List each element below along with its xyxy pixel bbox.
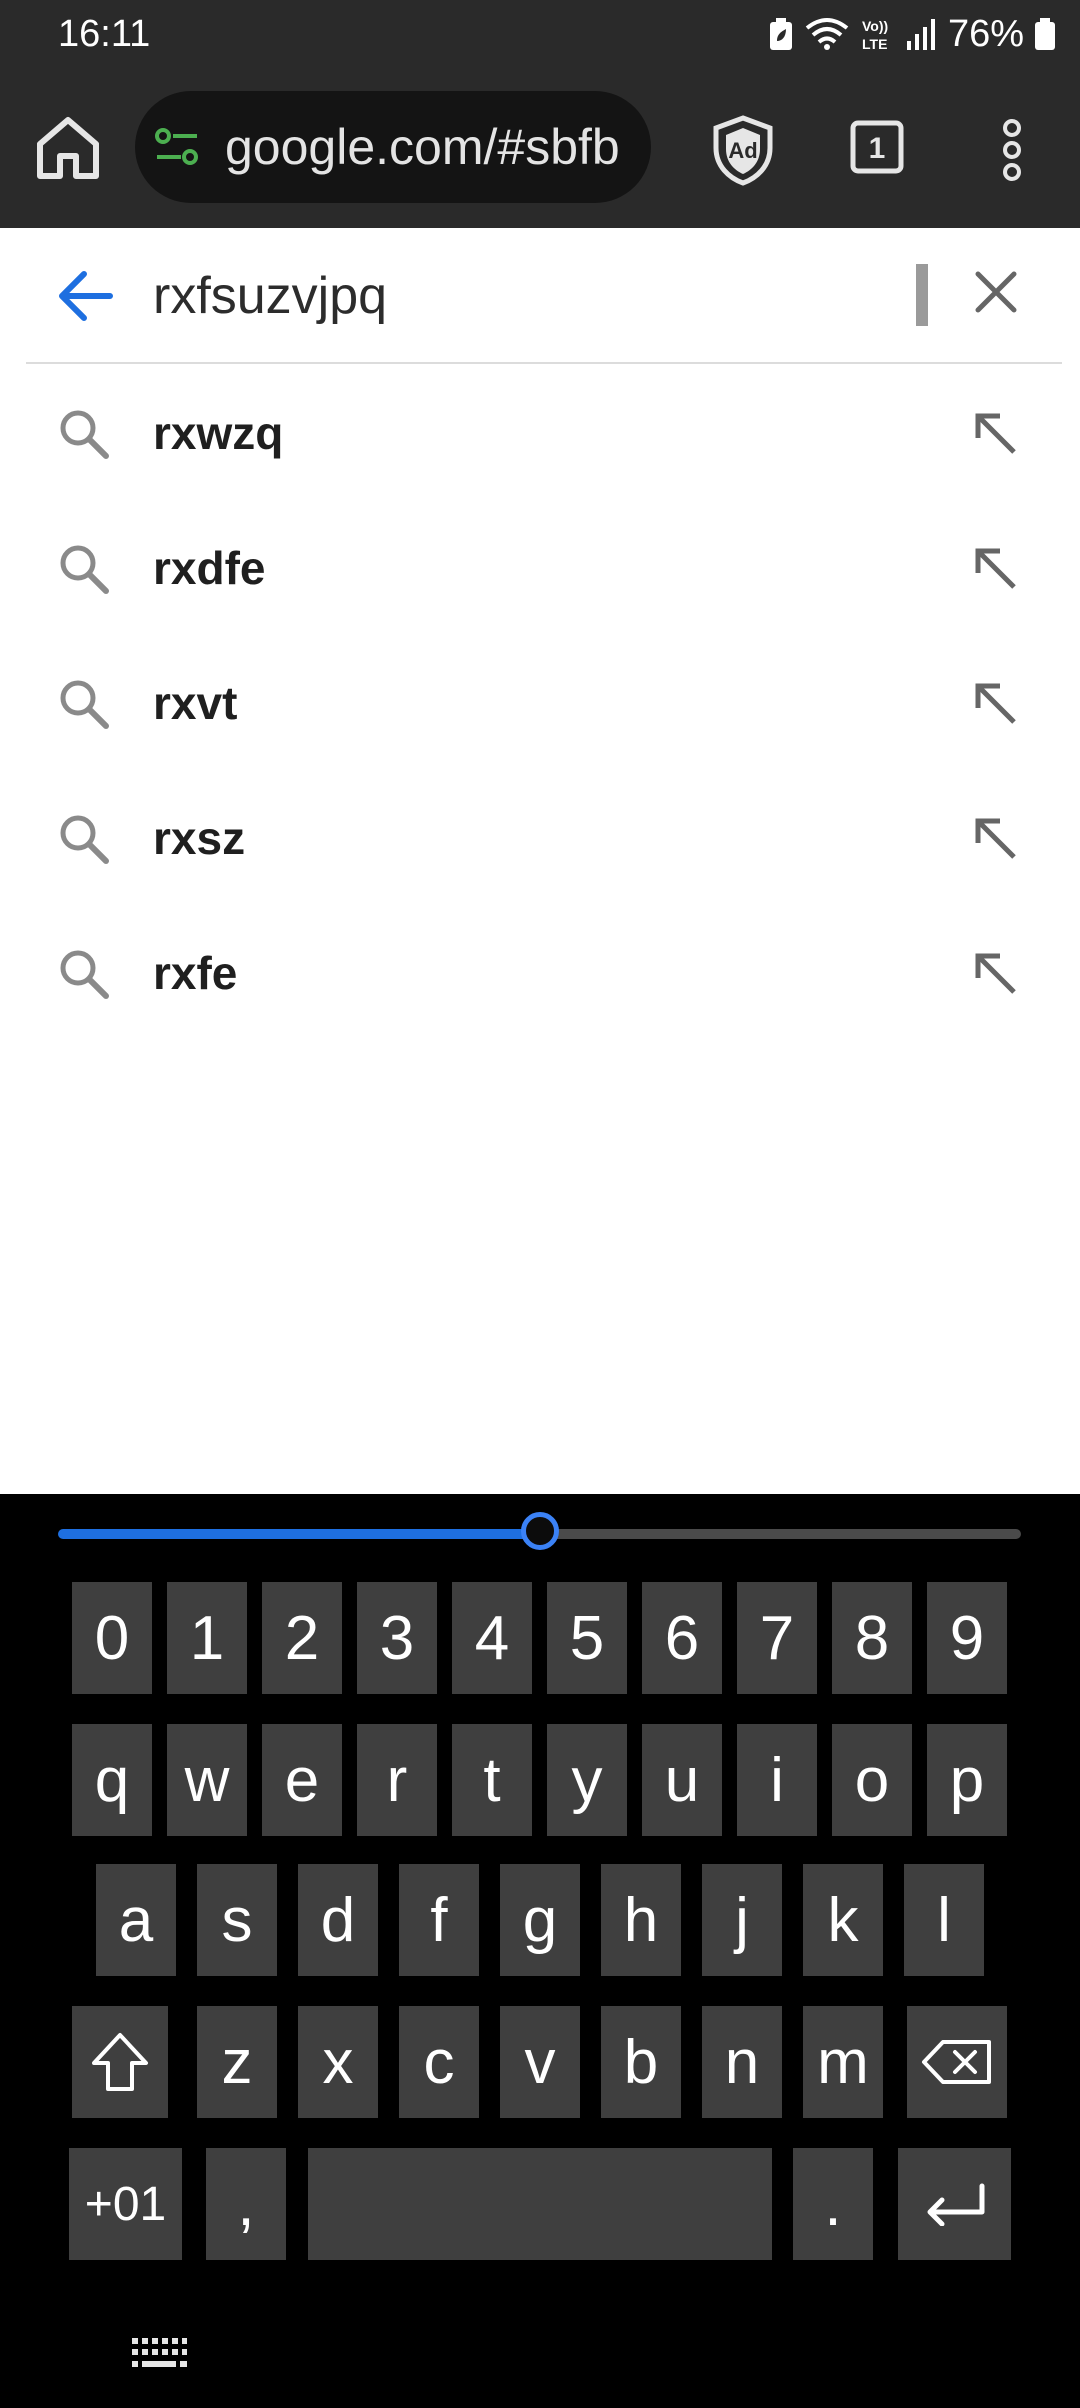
key[interactable]: 9 — [927, 1582, 1007, 1694]
key[interactable]: 4 — [452, 1582, 532, 1694]
symbols-key[interactable]: +01 — [69, 2148, 182, 2260]
key[interactable]: x — [298, 2006, 378, 2118]
key[interactable]: m — [803, 2006, 883, 2118]
key[interactable]: i — [737, 1724, 817, 1836]
fill-query-arrow-icon[interactable] — [970, 813, 1020, 863]
search-icon — [60, 680, 109, 729]
browser-toolbar: google.com/#sbfb Ad 1 — [0, 70, 1080, 228]
battery-percent: 76% — [947, 13, 1024, 55]
key[interactable]: q — [72, 1724, 152, 1836]
search-icon — [60, 410, 109, 459]
key[interactable]: g — [500, 1864, 580, 1976]
back-arrow-icon[interactable] — [54, 268, 114, 324]
key[interactable]: y — [547, 1724, 627, 1836]
suggestion-text[interactable]: rxwzq — [153, 366, 283, 500]
suggestion-text[interactable]: rxdfe — [153, 501, 265, 635]
key[interactable]: w — [167, 1724, 247, 1836]
battery-saver-icon — [769, 18, 792, 50]
key[interactable]: o — [832, 1724, 912, 1836]
period-key[interactable]: . — [793, 2148, 873, 2260]
key[interactable]: r — [357, 1724, 437, 1836]
tab-switcher-frame: 1 — [850, 120, 904, 174]
key[interactable]: 6 — [642, 1582, 722, 1694]
url-bar[interactable]: google.com/#sbfb — [135, 91, 651, 203]
key[interactable]: 2 — [262, 1582, 342, 1694]
battery-icon — [1035, 18, 1055, 50]
backspace-icon — [922, 2040, 991, 2084]
slider-thumb[interactable] — [520, 1512, 559, 1550]
key[interactable]: j — [702, 1864, 782, 1976]
keyboard-switch-icon[interactable] — [130, 2336, 188, 2372]
key[interactable]: l — [904, 1864, 984, 1976]
wifi-icon — [805, 18, 849, 50]
key[interactable]: d — [298, 1864, 378, 1976]
tab-count: 1 — [869, 132, 886, 165]
shift-icon — [92, 2033, 148, 2091]
status-icons: Vo)) LTE 76% — [768, 10, 1056, 58]
search-icon — [60, 545, 109, 594]
search-icon — [60, 815, 109, 864]
key[interactable]: p — [927, 1724, 1007, 1836]
enter-icon — [927, 2183, 984, 2226]
suggestion-text[interactable]: rxsz — [153, 771, 245, 905]
key[interactable]: z — [197, 2006, 277, 2118]
key[interactable]: b — [601, 2006, 681, 2118]
svg-text:LTE: LTE — [862, 36, 887, 52]
shift-key[interactable] — [72, 2006, 168, 2118]
adblock-shield-icon[interactable]: Ad — [710, 114, 776, 186]
key[interactable]: 8 — [832, 1582, 912, 1694]
key[interactable]: t — [452, 1724, 532, 1836]
key[interactable]: k — [803, 1864, 883, 1976]
key[interactable]: f — [399, 1864, 479, 1976]
site-settings-icon[interactable] — [155, 127, 199, 167]
signal-icon — [906, 19, 935, 50]
backspace-key[interactable] — [907, 2006, 1007, 2118]
status-time: 16:11 — [58, 13, 151, 55]
key[interactable]: 3 — [357, 1582, 437, 1694]
key[interactable]: c — [399, 2006, 479, 2118]
key[interactable]: s — [197, 1864, 277, 1976]
fill-query-arrow-icon[interactable] — [970, 948, 1020, 998]
key[interactable]: v — [500, 2006, 580, 2118]
suggestion-item[interactable]: rxwzq — [0, 366, 1080, 500]
fill-query-arrow-icon[interactable] — [970, 543, 1020, 593]
fill-query-arrow-icon[interactable] — [970, 678, 1020, 728]
key[interactable]: n — [702, 2006, 782, 2118]
fill-query-arrow-icon[interactable] — [970, 408, 1020, 458]
key[interactable]: u — [642, 1724, 722, 1836]
key[interactable]: h — [601, 1864, 681, 1976]
more-menu-icon[interactable] — [990, 114, 1034, 186]
suggestion-item[interactable]: rxvt — [0, 636, 1080, 770]
divider — [26, 362, 1062, 364]
suggestion-text[interactable]: rxfe — [153, 906, 237, 1040]
suggestion-text[interactable]: rxvt — [153, 636, 237, 770]
key[interactable]: 7 — [737, 1582, 817, 1694]
comma-key[interactable]: , — [206, 2148, 286, 2260]
adblock-label: Ad — [728, 138, 757, 163]
key[interactable]: 0 — [72, 1582, 152, 1694]
suggestion-item[interactable]: rxsz — [0, 771, 1080, 905]
slider-track-filled[interactable] — [58, 1529, 540, 1539]
volte-icon: Vo)) LTE — [862, 18, 888, 52]
key[interactable]: 1 — [167, 1582, 247, 1694]
enter-key[interactable] — [898, 2148, 1011, 2260]
status-bar: 16:11 Vo)) LTE 76% — [0, 0, 1080, 70]
slider-track-empty[interactable] — [539, 1529, 1021, 1539]
space-key[interactable] — [308, 2148, 772, 2260]
search-row: rxfsuzvjpq — [0, 228, 1080, 362]
search-icon — [60, 950, 109, 999]
svg-text:Vo)): Vo)) — [862, 18, 888, 34]
tab-switcher-icon[interactable]: 1 — [850, 120, 904, 174]
keyboard: 0 1 2 3 4 5 6 7 8 9 q w e r t y u i o p … — [0, 1494, 1080, 2408]
key[interactable]: a — [96, 1864, 176, 1976]
suggestion-item[interactable]: rxfe — [0, 906, 1080, 1040]
url-text[interactable]: google.com/#sbfb — [225, 91, 620, 203]
key[interactable]: 5 — [547, 1582, 627, 1694]
search-input[interactable]: rxfsuzvjpq — [153, 258, 387, 334]
text-cursor — [916, 264, 928, 326]
home-icon[interactable] — [32, 112, 104, 184]
suggestion-item[interactable]: rxdfe — [0, 501, 1080, 635]
clear-icon[interactable] — [972, 268, 1020, 316]
key[interactable]: e — [262, 1724, 342, 1836]
